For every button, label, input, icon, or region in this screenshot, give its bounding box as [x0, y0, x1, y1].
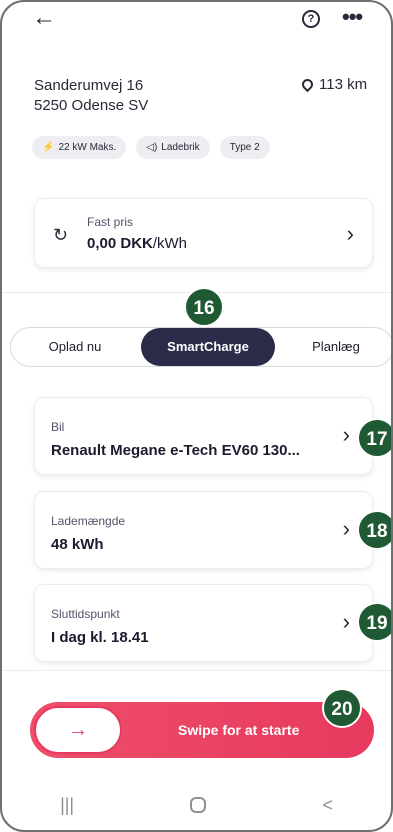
chevron-right-icon: ›: [342, 422, 350, 447]
nav-back-icon[interactable]: <: [322, 795, 333, 816]
tab-oplad-nu[interactable]: Oplad nu: [11, 328, 139, 366]
row-label: Sluttidspunkt: [51, 607, 120, 621]
system-nav-bar: ||| <: [2, 780, 391, 830]
help-icon[interactable]: ?: [302, 10, 320, 28]
chevron-right-icon: ›: [346, 221, 354, 246]
car-row[interactable]: Bil Renault Megane e-Tech EV60 130... ›: [34, 397, 373, 475]
chevron-right-icon: ›: [342, 609, 350, 634]
price-unit: /kWh: [152, 235, 188, 252]
end-time-row[interactable]: Sluttidspunkt I dag kl. 18.41 ›: [34, 584, 373, 662]
tag-label: Type 2: [229, 142, 260, 153]
location-pin-icon: [299, 76, 316, 93]
tag-connector: Type 2: [219, 136, 270, 159]
charge-amount-row[interactable]: Lademængde 48 kWh ›: [34, 491, 373, 569]
row-value: I dag kl. 18.41: [51, 629, 149, 646]
step-badge: 20: [322, 688, 362, 728]
station-address: Sanderumvej 16 5250 Odense SV: [34, 76, 148, 116]
price-value: 0,00 DKK/kWh: [87, 235, 187, 252]
tab-planlaeg[interactable]: Planlæg: [281, 328, 391, 366]
charge-mode-selector: Oplad nu SmartCharge Planlæg: [10, 327, 391, 367]
phone-screen: ← ? ••• Sanderumvej 16 5250 Odense SV 11…: [0, 0, 393, 832]
step-badge: 16: [184, 287, 224, 327]
distance: 113 km: [299, 76, 368, 93]
row-label: Bil: [51, 420, 65, 434]
price-amount: 0,00 DKK: [87, 235, 153, 252]
lightning-icon: ⚡: [42, 142, 55, 153]
tag-label: Ladebrik: [161, 142, 200, 153]
sound-icon: ◁): [146, 142, 158, 153]
street-line: Sanderumvej 16: [34, 77, 144, 94]
swipe-label: Swipe for at starte: [178, 722, 300, 738]
refresh-icon: ↻: [53, 225, 69, 245]
tag-charger-type: ◁) Ladebrik: [136, 136, 210, 159]
arrow-right-icon: →: [68, 719, 88, 741]
tag-label: 22 kW Maks.: [58, 142, 117, 153]
step-badge: 18: [357, 510, 391, 550]
city-line: 5250 Odense SV: [34, 97, 149, 114]
more-options-icon[interactable]: •••: [342, 4, 363, 30]
connector-tags: ⚡ 22 kW Maks. ◁) Ladebrik Type 2: [32, 136, 270, 159]
row-value: Renault Megane e-Tech EV60 130...: [51, 442, 300, 459]
recent-apps-icon[interactable]: |||: [60, 795, 74, 816]
row-label: Lademængde: [51, 514, 126, 528]
tag-power: ⚡ 22 kW Maks.: [32, 136, 127, 159]
distance-value: 113 km: [319, 76, 368, 93]
tab-smartcharge[interactable]: SmartCharge: [141, 328, 275, 366]
price-card[interactable]: ↻ Fast pris 0,00 DKK/kWh ›: [34, 198, 373, 268]
back-arrow-icon[interactable]: ←: [32, 4, 56, 32]
home-icon[interactable]: [190, 797, 207, 813]
divider: [2, 670, 391, 671]
chevron-right-icon: ›: [342, 516, 350, 541]
top-bar: ← ? •••: [2, 2, 391, 44]
step-badge: 19: [357, 602, 391, 642]
row-value: 48 kWh: [51, 536, 104, 553]
step-badge: 17: [357, 418, 391, 458]
swipe-handle[interactable]: →: [34, 706, 122, 754]
price-label: Fast pris: [87, 215, 134, 229]
